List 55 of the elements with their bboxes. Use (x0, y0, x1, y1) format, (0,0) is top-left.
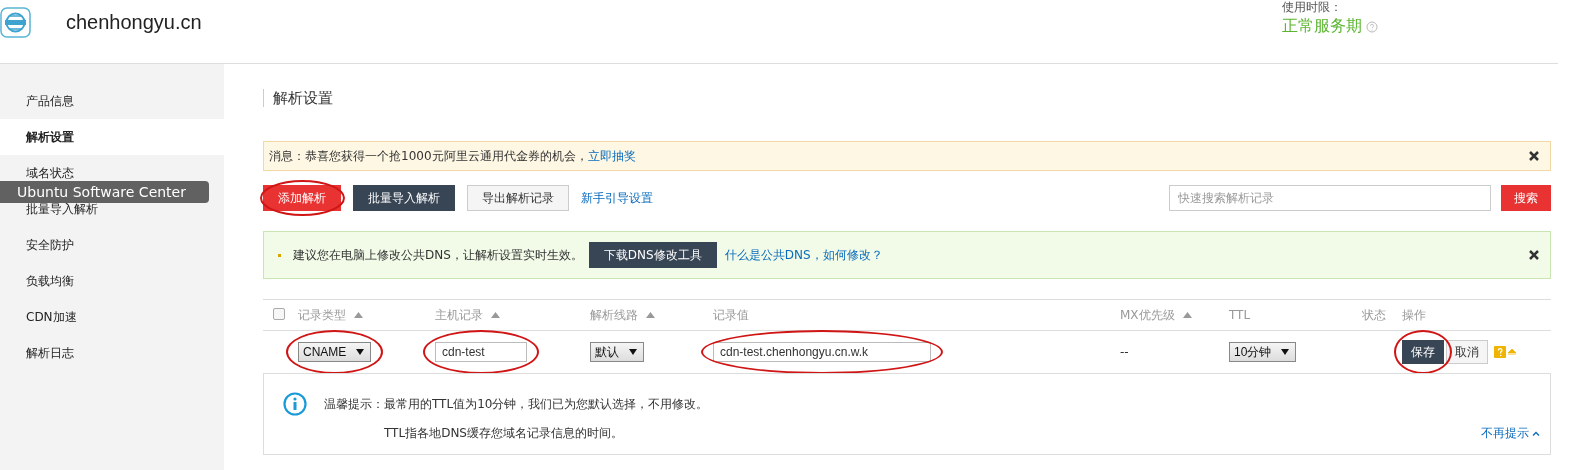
tip-text: 最常用的TTL值为10分钟，我们已为您默认选择，不用修改。 (384, 396, 709, 413)
close-icon (1528, 249, 1540, 261)
dropdown[interactable]: CNAME (298, 342, 372, 362)
sidebar-item[interactable]: 安全防护 (0, 227, 224, 263)
cancel-button[interactable]: 取消 (1446, 340, 1488, 364)
help-icon (1366, 20, 1378, 33)
help-icon (1494, 346, 1506, 358)
lottery-link[interactable]: 立即抽奖 (587, 148, 636, 163)
column-header: TTL (1229, 308, 1251, 322)
tip-label: 温馨提示： (324, 396, 384, 413)
toolbar-button[interactable]: 批量导入解析 (353, 185, 455, 211)
sidebar-item[interactable]: CDN加速 (0, 299, 224, 335)
dismiss-link[interactable]: 不再提示 (1481, 425, 1540, 442)
column-header: 操作 (1402, 306, 1426, 324)
caret-down-icon (356, 349, 365, 355)
download-button[interactable]: 下载DNS修改工具 (588, 242, 717, 268)
caret-down-icon (629, 349, 637, 355)
sidebar-item[interactable]: 产品信息 (0, 83, 224, 119)
toolbar-button[interactable]: 添加解析 (263, 185, 341, 211)
domain-title: chenhongyu.cn (66, 11, 202, 34)
term-label: 使用时限： (1282, 0, 1343, 14)
sort-icon (491, 312, 500, 318)
tip-text: TTL指各地DNS缓存您域名记录信息的时间。 (384, 425, 624, 442)
close-icon (1528, 150, 1540, 162)
column-header: 状态 (1362, 306, 1386, 324)
sidebar-item[interactable]: 负载均衡 (0, 263, 224, 299)
column-header: 记录值 (713, 306, 749, 324)
collapse-icon (1508, 349, 1516, 355)
sort-icon (646, 312, 655, 318)
search-button[interactable]: 搜索 (1501, 185, 1551, 211)
checkbox[interactable] (273, 307, 285, 320)
toolbar-button[interactable]: 导出解析记录 (467, 185, 569, 211)
dns-help-link[interactable]: 什么是公共DNS，如何修改？ (724, 246, 883, 264)
dropdown[interactable]: 默认 (590, 342, 644, 362)
guide-link[interactable]: 新手引导设置 (581, 189, 653, 207)
caret-down-icon (1281, 349, 1290, 355)
service-status: 正常服务期 (1282, 16, 1362, 37)
dropdown[interactable]: 10分钟 (1229, 342, 1297, 362)
bullet-icon (278, 253, 281, 257)
table-cell: -- (1120, 345, 1129, 359)
search-field[interactable]: 快速搜索解析记录 (1169, 185, 1491, 211)
input-field[interactable]: cdn-test (435, 342, 527, 362)
sort-icon (1182, 312, 1192, 318)
message-text: 消息：恭喜您获得一个抢1000元阿里云通用代金券的机会，立即抽奖 (269, 147, 636, 165)
page-title: 解析设置 (263, 89, 1551, 107)
sidebar-item[interactable]: 解析日志 (0, 335, 224, 371)
save-button[interactable]: 保存 (1402, 340, 1444, 364)
input-field[interactable]: cdn-test.chenhongyu.cn.w.k (713, 342, 931, 362)
notice-text: 建议您在电脑上修改公共DNS，让解析设置实时生效。 (293, 246, 583, 264)
globe-icon (0, 7, 31, 38)
sort-icon (354, 312, 363, 318)
tooltip: Ubuntu Software Center (0, 181, 209, 203)
sidebar-item[interactable]: 解析设置 (0, 119, 224, 155)
chevron-up-icon (1532, 431, 1540, 436)
info-icon (283, 392, 307, 416)
